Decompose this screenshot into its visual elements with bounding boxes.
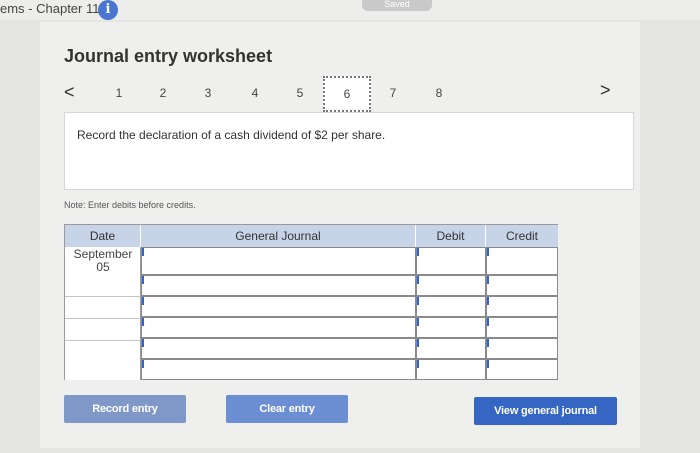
credit-input[interactable] [486, 359, 558, 380]
debit-input[interactable] [416, 275, 486, 296]
breadcrumb: ems - Chapter 11 [0, 1, 100, 16]
date-column-header: Date [65, 225, 141, 247]
account-input[interactable] [141, 317, 416, 338]
date-cell [65, 297, 141, 319]
credit-column-header: Credit [486, 225, 558, 247]
date-cell: September 05 [65, 247, 141, 297]
prompt-text: Record the declaration of a cash dividen… [77, 128, 386, 142]
info-icon[interactable]: i [98, 0, 118, 20]
account-input[interactable] [141, 338, 416, 359]
credit-input[interactable] [486, 338, 558, 359]
step-tab-3[interactable]: 3 [198, 85, 218, 101]
prev-arrow-icon[interactable]: < [64, 82, 80, 102]
journal-table: Date General Journal Debit Credit Septem… [64, 224, 558, 380]
note-text: Note: Enter debits before credits. [64, 200, 196, 210]
credit-input[interactable] [486, 317, 558, 338]
credit-input[interactable] [486, 275, 558, 296]
debit-input[interactable] [416, 317, 486, 338]
step-tab-8[interactable]: 8 [429, 85, 449, 101]
step-tab-2[interactable]: 2 [153, 85, 173, 101]
step-tab-1[interactable]: 1 [109, 85, 129, 101]
credit-input[interactable] [486, 296, 558, 317]
account-input[interactable] [141, 247, 416, 275]
date-cell [65, 361, 141, 380]
date-cell [65, 319, 141, 341]
account-input[interactable] [141, 359, 416, 380]
account-input[interactable] [141, 296, 416, 317]
prompt-box: Record the declaration of a cash dividen… [64, 112, 634, 190]
step-tab-5[interactable]: 5 [290, 85, 310, 101]
credit-input[interactable] [486, 247, 558, 275]
record-entry-button[interactable]: Record entry [64, 395, 186, 423]
step-tab-7[interactable]: 7 [383, 85, 403, 101]
clear-entry-button[interactable]: Clear entry [226, 395, 348, 423]
step-tab-6-active[interactable]: 6 [323, 76, 371, 112]
date-day: 05 [96, 260, 110, 274]
saved-indicator: Saved [362, 0, 432, 11]
step-tab-4[interactable]: 4 [245, 85, 265, 101]
debit-input[interactable] [416, 247, 486, 275]
view-general-journal-button[interactable]: View general journal [474, 397, 617, 425]
account-input[interactable] [141, 275, 416, 296]
debit-input[interactable] [416, 296, 486, 317]
debit-input[interactable] [416, 338, 486, 359]
debit-input[interactable] [416, 359, 486, 380]
general-journal-column-header: General Journal [141, 225, 416, 247]
page-title: Journal entry worksheet [64, 46, 273, 66]
debit-column-header: Debit [416, 225, 486, 247]
next-arrow-icon[interactable]: > [600, 80, 616, 100]
date-cell [65, 341, 141, 363]
